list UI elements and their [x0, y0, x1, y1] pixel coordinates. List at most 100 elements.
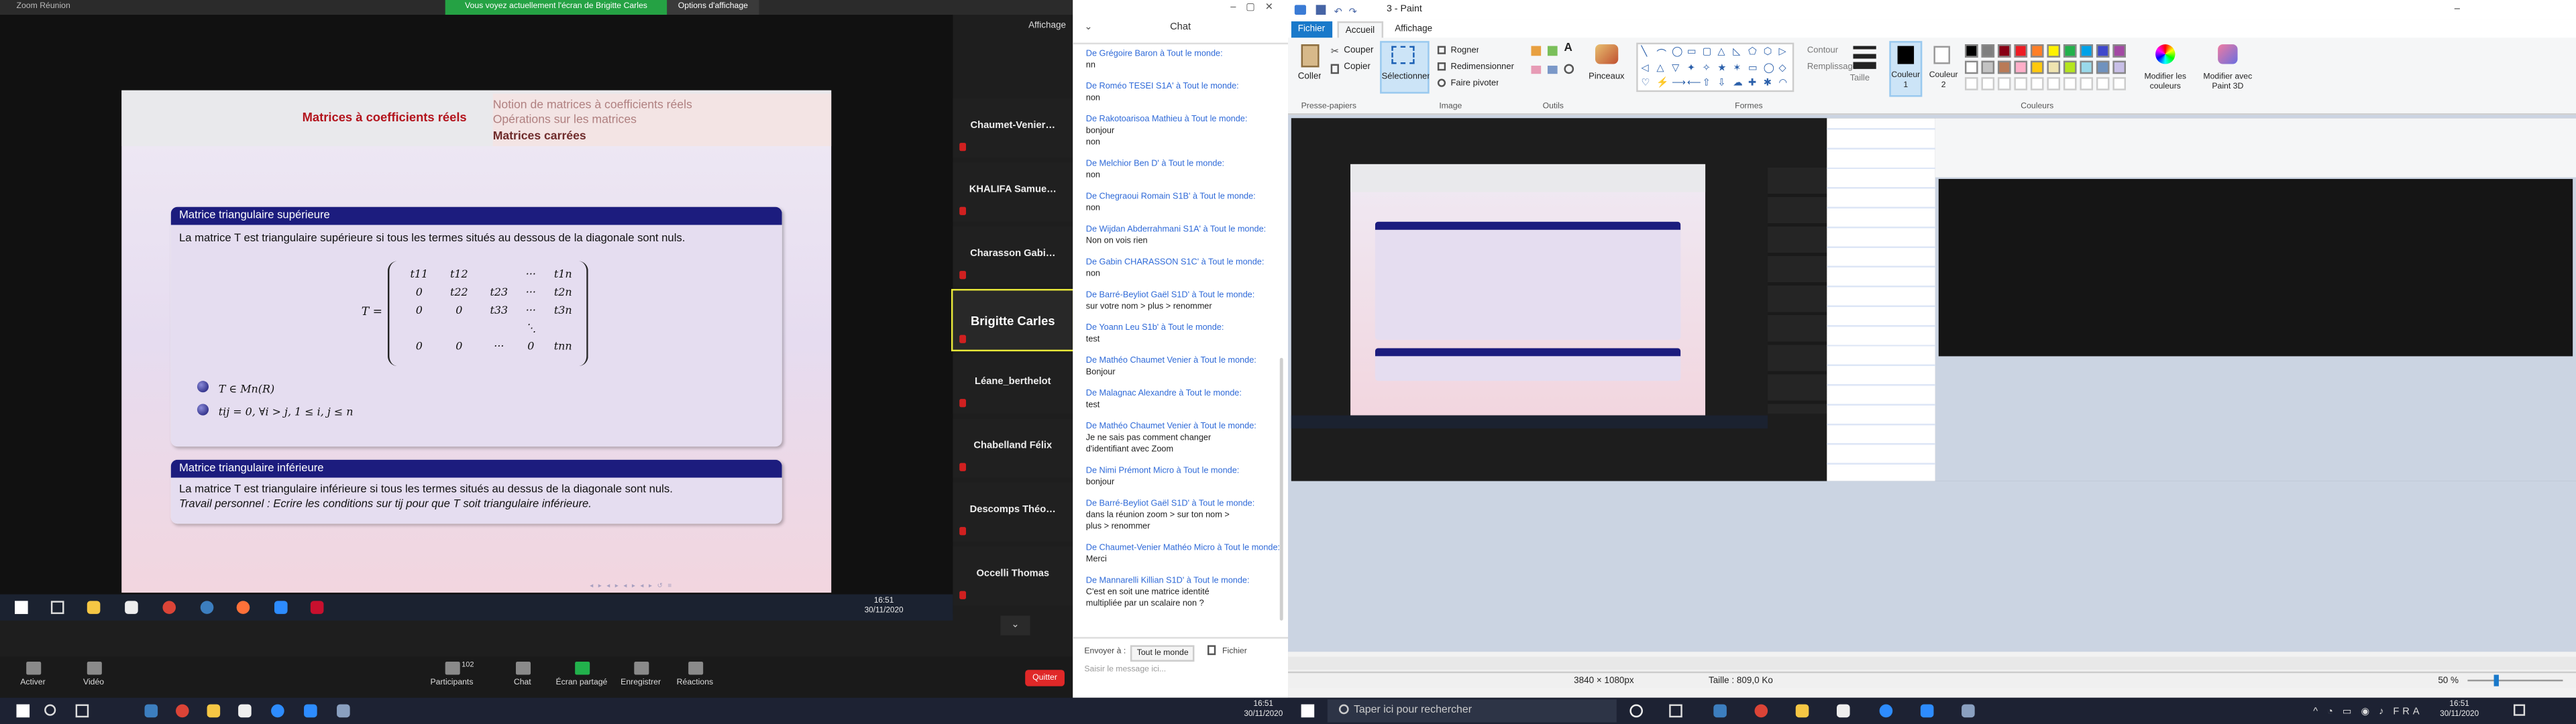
shape-icon[interactable]: ▷	[1779, 46, 1786, 58]
color-swatch[interactable]	[2112, 60, 2127, 74]
shape-icon[interactable]: △	[1656, 62, 1664, 73]
windows-start-icon[interactable]	[1301, 704, 1315, 718]
shape-icon[interactable]: ✶	[1733, 62, 1741, 73]
shape-icon[interactable]: ⇩	[1717, 77, 1725, 89]
chat-input[interactable]: Saisir le message ici...	[1084, 665, 1166, 675]
video-tile[interactable]: Descomps Théo…	[953, 483, 1073, 542]
chevron-down-icon[interactable]: ⌄	[1000, 615, 1030, 636]
shape-icon[interactable]: ☁	[1733, 77, 1743, 89]
color-swatch[interactable]	[2063, 60, 2077, 74]
shape-icon[interactable]: ◺	[1733, 46, 1740, 58]
copy-icon[interactable]	[1330, 64, 1339, 74]
shape-icon[interactable]: ▭	[1748, 62, 1758, 73]
color-swatch[interactable]	[2047, 60, 2061, 74]
video-tile[interactable]: Chabelland Félix	[953, 418, 1073, 478]
resize-button[interactable]: Redimensionner	[1450, 62, 1513, 72]
video-tile[interactable]: Léane_berthelot	[953, 354, 1073, 414]
search-input[interactable]: Taper ici pour rechercher	[1327, 699, 1617, 723]
store-icon[interactable]	[238, 704, 252, 718]
shape-icon[interactable]: ◯	[1672, 46, 1682, 58]
contour-dropdown[interactable]: Contour	[1807, 46, 1838, 56]
color-swatch[interactable]	[2096, 44, 2110, 58]
chrome-icon[interactable]	[1754, 704, 1768, 718]
tray-icons[interactable]: ^ ◔ ▭ ◉ ♪ FRA	[2313, 706, 2422, 718]
file-button[interactable]: Fichier	[1222, 647, 1247, 657]
explorer-icon[interactable]	[144, 704, 158, 718]
control-4[interactable]: Écran partagé	[549, 661, 614, 688]
shape-icon[interactable]: ✧	[1703, 62, 1711, 73]
empty-swatch[interactable]	[2014, 77, 2028, 90]
app-icon[interactable]	[1879, 704, 1893, 718]
shape-icon[interactable]: ✚	[1748, 77, 1756, 89]
color-swatch[interactable]	[1981, 60, 1995, 74]
brushes-button[interactable]: Pinceaux	[1589, 72, 1624, 82]
chrome-icon[interactable]	[176, 704, 189, 718]
pencil-icon[interactable]	[1531, 46, 1542, 56]
control-2[interactable]: Participants 102	[419, 660, 484, 688]
video-tile[interactable]: Brigitte Carles	[951, 289, 1075, 352]
shape-icon[interactable]: ╲	[1642, 46, 1648, 58]
shape-icon[interactable]: ⚡	[1656, 77, 1668, 89]
horizontal-scrollbar[interactable]	[1288, 656, 2576, 670]
cortana-icon[interactable]	[1629, 704, 1643, 718]
color-swatch[interactable]	[2030, 60, 2044, 74]
send-to-dropdown[interactable]: Tout le monde	[1130, 645, 1195, 662]
shape-icon[interactable]: ▢	[1703, 46, 1712, 58]
paint-icon[interactable]	[337, 704, 350, 718]
picker-icon[interactable]	[1547, 65, 1558, 74]
chat-window-controls[interactable]: –▢✕	[1230, 1, 1283, 13]
color-swatch[interactable]	[1965, 44, 1978, 58]
app-icon[interactable]	[271, 704, 284, 718]
zoom-slider[interactable]	[2467, 679, 2563, 682]
shape-icon[interactable]: ⬡	[1764, 46, 1772, 58]
shape-icon[interactable]: ⟵	[1687, 77, 1701, 89]
magnifier-icon[interactable]	[1564, 64, 1574, 74]
chat-scrollbar[interactable]	[1279, 357, 1283, 621]
quit-button[interactable]: Quitter	[1025, 670, 1065, 686]
color-swatch[interactable]	[1997, 60, 2011, 74]
video-tile[interactable]: Chaumet-Venier…	[953, 98, 1073, 158]
color-swatch[interactable]	[1965, 60, 1978, 74]
zoom-icon[interactable]	[1920, 704, 1934, 718]
control-0[interactable]: Activer	[0, 661, 66, 688]
empty-swatch[interactable]	[2047, 77, 2061, 90]
paste-button[interactable]: Coller	[1298, 72, 1322, 82]
edit-colors-icon[interactable]	[2155, 44, 2176, 64]
empty-swatch[interactable]	[1997, 77, 2011, 90]
empty-swatch[interactable]	[2030, 77, 2044, 90]
notification-icon[interactable]	[2513, 704, 2526, 716]
folder-icon[interactable]	[207, 704, 221, 718]
color2-label[interactable]: Couleur 2	[1929, 70, 1958, 90]
zoom-icon[interactable]	[304, 704, 317, 718]
size-button[interactable]: Taille	[1850, 74, 1870, 84]
tab-home[interactable]: Accueil	[1337, 21, 1383, 38]
video-tile[interactable]: Occelli Thomas	[953, 546, 1073, 606]
shape-icon[interactable]: ⟶	[1672, 77, 1686, 89]
shape-icon[interactable]: ⌒	[1656, 46, 1666, 61]
shape-icon[interactable]: ◇	[1779, 62, 1786, 73]
paint3d-button[interactable]: Modifier avec Paint 3D	[2196, 72, 2259, 92]
paste-icon[interactable]	[1301, 44, 1320, 68]
fill-icon[interactable]	[1547, 46, 1558, 56]
video-tile[interactable]: Charasson Gabi…	[953, 226, 1073, 286]
empty-swatch[interactable]	[1981, 77, 1995, 90]
size-icon[interactable]	[1853, 46, 1876, 69]
windows-start-icon[interactable]	[16, 704, 30, 718]
task-view-icon[interactable]	[75, 704, 89, 718]
tab-view[interactable]: Affichage	[1388, 21, 1439, 38]
shape-icon[interactable]: ♡	[1642, 77, 1650, 89]
color-swatch[interactable]	[2014, 44, 2028, 58]
view-options-button[interactable]: Options d'affichage	[667, 0, 759, 15]
empty-swatch[interactable]	[2096, 77, 2110, 90]
empty-swatch[interactable]	[2063, 77, 2077, 90]
color-swatch[interactable]	[2080, 60, 2094, 74]
paint-icon[interactable]	[1962, 704, 1975, 718]
cut-button[interactable]: Couper	[1344, 46, 1373, 56]
shape-icon[interactable]: ⬠	[1748, 46, 1757, 58]
rotate-button[interactable]: Faire pivoter	[1450, 79, 1499, 89]
empty-swatch[interactable]	[1965, 77, 1978, 90]
view-mode-button[interactable]: Affichage	[1028, 21, 1066, 32]
crop-button[interactable]: Rogner	[1450, 46, 1479, 56]
search-icon[interactable]	[44, 704, 56, 716]
fill-dropdown[interactable]: Remplissage	[1807, 62, 1858, 72]
